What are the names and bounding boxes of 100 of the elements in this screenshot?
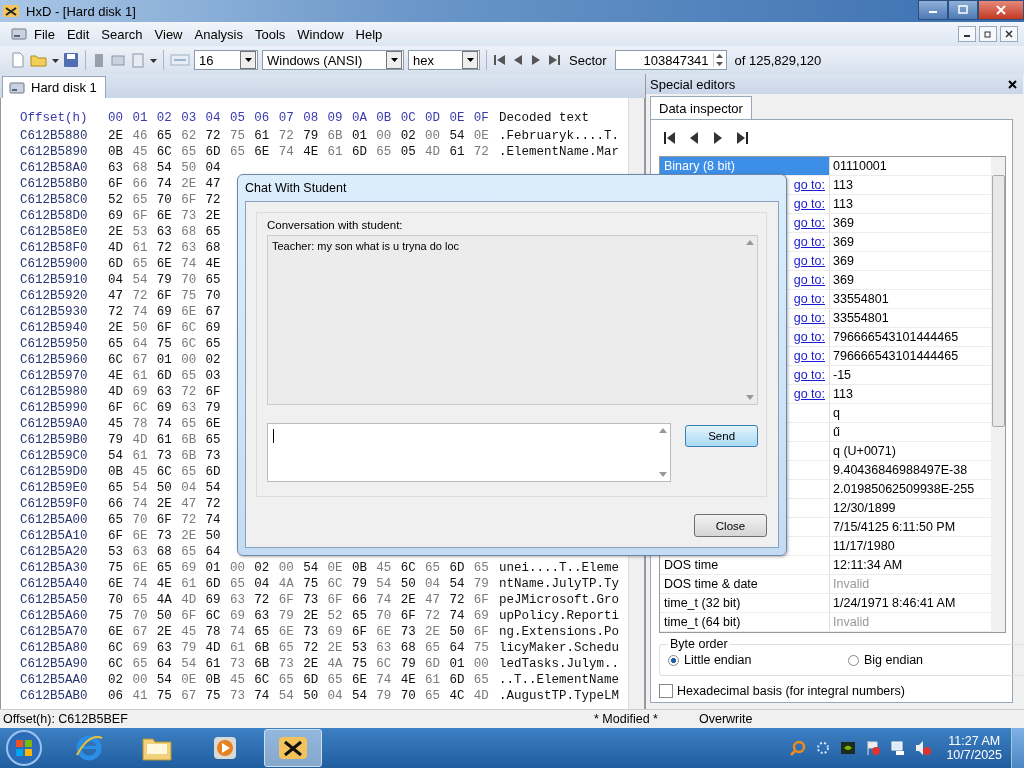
- go-to-link[interactable]: go to:: [793, 197, 825, 211]
- sector-field[interactable]: 103847341: [614, 50, 727, 70]
- byte-value: 74: [278, 145, 295, 159]
- go-to-link[interactable]: go to:: [793, 311, 825, 325]
- field-value: 369: [832, 253, 854, 270]
- byte-value: 65: [181, 369, 198, 383]
- byte-value: 61: [132, 369, 149, 383]
- go-to-link[interactable]: go to:: [793, 273, 825, 287]
- byte-value: 4D: [181, 593, 198, 607]
- byte-value: 47: [425, 593, 442, 607]
- byte-value: 6E: [278, 625, 295, 639]
- byte-value: 6E: [205, 417, 222, 431]
- clock-date[interactable]: 10/7/2025: [946, 748, 1002, 762]
- menu-item[interactable]: File: [28, 26, 61, 42]
- field-value: 11/17/1980: [832, 538, 895, 555]
- column-header: 0F: [473, 111, 490, 125]
- field-label[interactable]: time_t (32 bit): [660, 594, 830, 612]
- menu-item[interactable]: Analysis: [188, 26, 249, 42]
- radio-button[interactable]: Big endian: [848, 653, 1023, 667]
- byte-value: 65: [205, 337, 222, 351]
- byte-value: 6F: [108, 529, 124, 543]
- byte-value: 52: [108, 193, 124, 207]
- menu-item[interactable]: Help: [349, 26, 389, 42]
- conversation-box[interactable]: Teacher: my son what is u tryna do loc: [267, 235, 758, 405]
- field-label[interactable]: time_t (64 bit): [660, 613, 830, 631]
- panel-tab[interactable]: Data inspector: [650, 96, 752, 119]
- display-mode-dropdown[interactable]: hex: [408, 50, 480, 70]
- row-offset: C612B58F0: [20, 241, 89, 255]
- type-name: DOS time: [664, 558, 719, 572]
- byte-value: 74: [156, 177, 173, 191]
- byte-value: 6E: [351, 673, 368, 687]
- row-offset: C612B59D0: [20, 465, 89, 479]
- byte-value: 69: [156, 305, 173, 319]
- checkbox[interactable]: Hexadecimal basis (for integral numbers): [659, 684, 1012, 698]
- byte-value: 64: [156, 657, 173, 671]
- byte-value: 74: [132, 497, 149, 511]
- go-to-link[interactable]: go to:: [793, 368, 825, 382]
- go-to-link[interactable]: go to:: [793, 178, 825, 192]
- byte-value: 6C: [400, 561, 417, 575]
- byte-value: 65: [132, 593, 149, 607]
- field-label[interactable]: DOS time & date: [660, 575, 830, 593]
- menu-item[interactable]: Edit: [60, 26, 96, 42]
- menu-item[interactable]: View: [148, 26, 189, 42]
- byte-value: 72: [132, 289, 149, 303]
- byte-value: 02: [254, 561, 271, 575]
- bytes-per-row-dropdown[interactable]: 16: [194, 50, 258, 70]
- row-offset: C612B5AB0: [20, 689, 89, 703]
- byte-value: 73: [229, 657, 246, 671]
- document-tab[interactable]: Hard disk 1: [2, 76, 106, 98]
- field-value: 113: [832, 177, 853, 194]
- go-to-link[interactable]: go to:: [793, 292, 825, 306]
- byte-value: 45: [132, 145, 149, 159]
- go-to-link[interactable]: go to:: [793, 330, 825, 344]
- field-value: Invalid: [832, 614, 870, 631]
- go-to-link[interactable]: go to:: [793, 216, 825, 230]
- charset-dropdown[interactable]: Windows (ANSI): [262, 50, 404, 70]
- column-header: 05: [229, 111, 246, 125]
- byte-value: 72: [205, 193, 222, 207]
- row-offset: C612B5960: [20, 353, 89, 367]
- byte-value: 06: [108, 689, 124, 703]
- decoded-text: ..T..ElementName: [499, 673, 620, 687]
- byte-value: 0E: [181, 673, 198, 687]
- decoded-text: .AugustTP.TypeLM: [499, 689, 620, 703]
- go-to-link[interactable]: go to:: [793, 349, 825, 363]
- byte-value: 00: [278, 561, 295, 575]
- row-offset: C612B5A70: [20, 625, 89, 639]
- radio-button[interactable]: Little endian: [668, 653, 848, 667]
- byte-value: 00: [132, 673, 149, 687]
- row-offset: C612B58E0: [20, 225, 89, 239]
- byte-value: 75: [156, 337, 173, 351]
- byte-value: 04: [181, 481, 198, 495]
- column-header: 0B: [376, 111, 393, 125]
- menu-item[interactable]: Search: [95, 26, 149, 42]
- go-to-link[interactable]: go to:: [793, 235, 825, 249]
- close-button[interactable]: Close: [694, 514, 767, 537]
- menu-item[interactable]: Window: [291, 26, 350, 42]
- byte-value: 63: [156, 225, 173, 239]
- send-button[interactable]: Send: [685, 425, 758, 447]
- field-value: Invalid: [832, 576, 870, 593]
- clock-time[interactable]: 11:27 AM: [948, 734, 1001, 748]
- go-to-link[interactable]: go to:: [793, 254, 825, 268]
- byte-value: 50: [205, 529, 222, 543]
- go-to-link[interactable]: go to:: [793, 387, 825, 401]
- menu-item[interactable]: Tools: [248, 26, 292, 42]
- byte-value: 74: [254, 689, 271, 703]
- byte-value: 6B: [254, 641, 271, 655]
- byte-value: 79: [400, 657, 417, 671]
- byte-value: 73: [303, 593, 320, 607]
- byte-value: 6F: [351, 625, 368, 639]
- byte-value: 6E: [132, 561, 149, 575]
- field-value: -15: [832, 367, 852, 384]
- row-offset: C612B58B0: [20, 177, 89, 191]
- byte-value: 6F: [156, 289, 173, 303]
- byte-value: 04: [205, 161, 222, 175]
- byte-value: 53: [132, 225, 149, 239]
- byte-value: 66: [108, 497, 124, 511]
- row-offset: C612B5A60: [20, 609, 89, 623]
- byte-value: 65: [181, 465, 198, 479]
- byte-value: 6C: [108, 353, 124, 367]
- byte-value: 65: [181, 145, 198, 159]
